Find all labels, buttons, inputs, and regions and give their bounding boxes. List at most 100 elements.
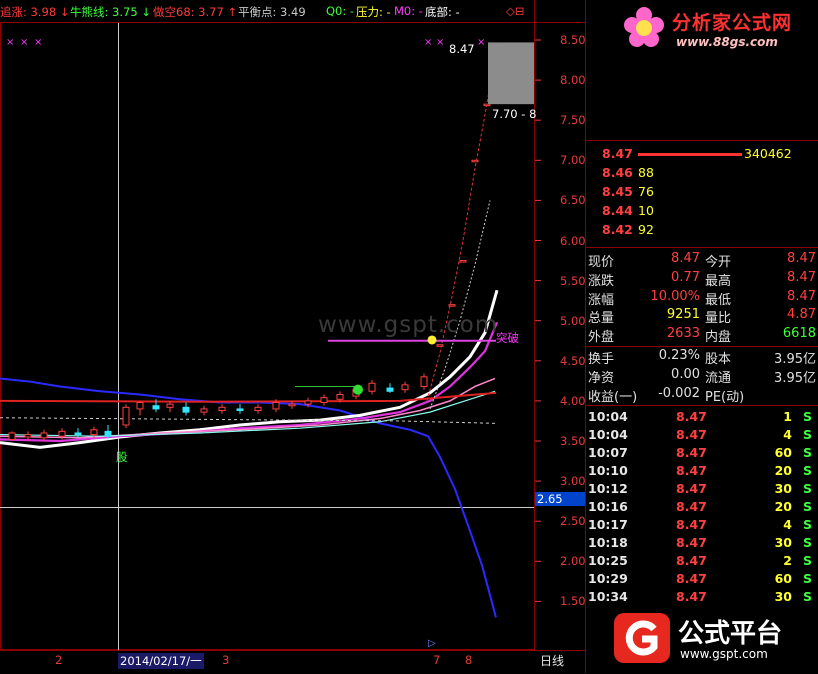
trade-row[interactable]: 10:10 8.47 20 S [588,463,816,481]
candle-body [401,384,409,391]
trade-row[interactable]: 10:04 8.47 1 S [588,409,816,427]
candle-body [218,406,226,412]
trade-t: 10:16 [588,499,628,514]
divider [586,346,818,347]
trade-row[interactable]: 10:25 8.47 2 S [588,553,816,571]
y-tick-label: 6.50 [560,193,586,208]
candle-body [288,403,296,407]
divider [586,405,818,406]
badge-text: 公式平台 [678,619,783,649]
order-price: 8.45 [602,184,633,199]
quote-row: 涨幅 10.00% 最低 8.47 [588,289,816,308]
trade-v: 2 [783,553,792,568]
trade-p: 8.47 [676,553,707,568]
candle-body [104,430,112,437]
y-tick-label: 5.50 [560,273,586,288]
y-tick-label: 3.50 [560,434,586,448]
platform-badge: 公式平台 www.gspt.com [610,605,818,667]
trade-row[interactable]: 10:12 8.47 30 S [588,481,816,499]
quote-label: 流通 [705,371,732,386]
candle-body [122,406,130,426]
y-tick-label: 3.00 [560,474,586,489]
date-label: 8 [465,653,473,667]
signal-dot [353,384,363,395]
trade-p: 8.47 [676,463,707,478]
candles [8,103,491,441]
trade-t: 10:29 [588,571,628,586]
trade-t: 10:18 [588,535,628,550]
quote-row: 换手 0.23% 股本 3.95亿 [588,348,816,367]
quote-value: 3.95亿 [774,352,816,367]
trade-v: 60 [774,571,792,586]
trade-v: 20 [774,463,792,478]
trade-row[interactable]: 10:16 8.47 20 S [588,499,816,517]
trade-s: S [802,499,812,514]
trade-s: S [802,517,812,532]
signal-marker: × [20,37,28,48]
flower-logo-icon [624,7,664,47]
y-tick-label: 6.00 [560,233,586,248]
candle-body [40,432,48,439]
signal-marker: × [436,37,444,48]
candle-body [272,402,280,410]
candle-body [368,382,376,392]
candle-body [8,432,16,440]
candle-body [166,403,174,408]
y-axis [535,39,541,602]
candle-body [420,376,428,387]
quote-value: 10.00% [650,289,700,304]
quote-label: 总量 [588,311,615,326]
trade-v: 1 [783,409,792,424]
trade-row[interactable]: 10:29 8.47 60 S [588,571,816,589]
trade-s: S [802,409,812,424]
divider [586,140,818,141]
trade-row[interactable]: 10:07 8.47 60 S [588,445,816,463]
quote-value: 9251 [666,307,700,322]
candle-body [236,408,244,412]
trade-t: 10:07 [588,445,628,460]
quote-row: 现价 8.47 今开 8.47 [588,251,816,270]
trade-t: 10:10 [588,463,628,478]
date-label: 7 [433,653,441,667]
signal-marker: × [34,37,42,48]
quote-label: 外盘 [588,330,615,345]
quote-label: PE(动) [705,390,745,405]
signal-marker: × [477,37,485,48]
date-label: 2 [55,653,63,667]
order-volume: 92 [638,222,654,237]
trade-s: S [802,553,812,568]
order-volume: 10 [638,203,654,218]
candle-body [24,434,32,438]
trade-t: 10:34 [588,589,628,604]
candle-body [436,344,444,347]
quote-value: 0.23% [658,348,700,363]
candle-body [90,429,98,436]
period-button[interactable]: 日线 [540,652,564,669]
trade-s: S [802,589,812,604]
trade-v: 30 [774,481,792,496]
candle-body [74,432,82,436]
g-logo-icon [614,613,670,663]
quote-label: 最低 [705,293,732,308]
quote-row: 收益(一) -0.002 PE(动) [588,386,816,405]
trade-p: 8.47 [676,409,707,424]
candle-body [483,103,491,107]
cursor-price-tag: 2.65 [535,492,585,506]
trade-row[interactable]: 10:17 8.47 4 S [588,517,816,535]
trade-row[interactable]: 10:04 8.47 4 S [588,427,816,445]
order-price: 8.44 [602,203,633,218]
watermark: www.gspt.com [318,312,499,338]
order-volume: 88 [638,165,654,180]
trade-t: 10:17 [588,517,628,532]
candle-body [471,159,479,163]
trade-v: 30 [774,589,792,604]
badge-url: www.gspt.com [680,647,768,661]
trade-s: S [802,481,812,496]
date-label: 2014/02/17/一 [118,653,204,669]
trade-s: S [802,427,812,442]
trade-p: 8.47 [676,445,707,460]
trade-t: 10:25 [588,553,628,568]
high-label: 8.47 [449,42,475,56]
logo-text: 分析家公式网 [672,12,793,34]
trade-row[interactable]: 10:18 8.47 30 S [588,535,816,553]
